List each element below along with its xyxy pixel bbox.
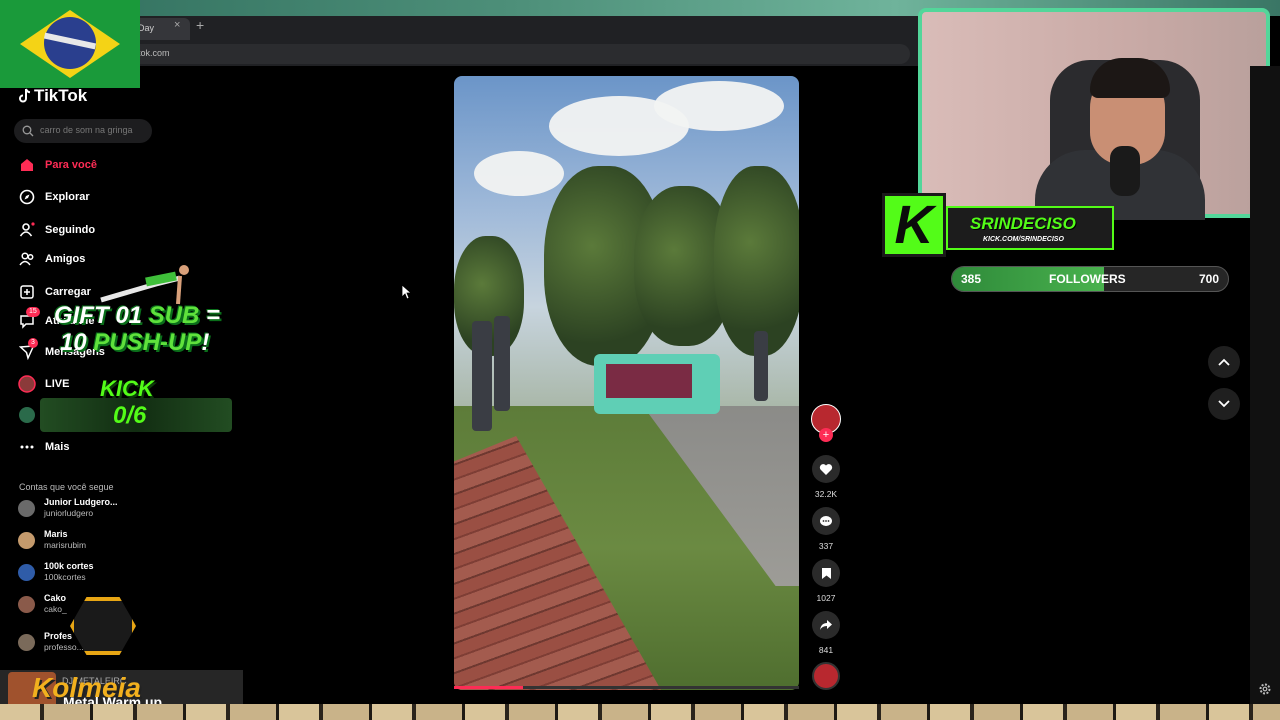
followed-account[interactable]: Junior Ludgero... juniorludgero <box>18 493 118 523</box>
comment-icon <box>812 507 840 535</box>
nav-label: Para você <box>45 159 97 171</box>
share-count: 841 <box>818 645 834 655</box>
avatar <box>18 595 35 613</box>
search-icon <box>22 125 34 137</box>
like-count: 32.2K <box>814 489 838 499</box>
nav-more[interactable]: Mais <box>18 437 69 457</box>
video-progress-bar[interactable] <box>454 686 799 689</box>
nav-following[interactable]: Seguindo <box>18 220 95 240</box>
home-icon <box>18 156 36 174</box>
brazil-flag-overlay <box>0 0 140 88</box>
video-progress-fill <box>454 686 523 689</box>
followers-goal: 700 <box>1198 272 1219 286</box>
account-name: Junior Ludgero... <box>44 497 118 507</box>
account-handle: juniorludgero <box>44 508 94 518</box>
nav-label: Explorar <box>45 191 90 203</box>
followed-account[interactable]: 100k cortes 100kcortes <box>18 557 94 587</box>
profile-icon <box>18 406 36 424</box>
comment-count: 337 <box>818 541 834 551</box>
followed-account[interactable]: Cako cako_ <box>18 589 67 619</box>
video-player[interactable] <box>454 76 799 690</box>
search-input[interactable]: carro de som na gringa <box>14 119 152 143</box>
account-handle: cako_ <box>44 604 67 614</box>
right-panel <box>1250 66 1280 706</box>
save-count: 1027 <box>816 593 836 603</box>
compass-icon <box>18 188 36 206</box>
avatar <box>18 633 35 651</box>
kick-goal-count: 0/6 <box>113 402 147 429</box>
search-placeholder: carro de som na gringa <box>40 125 133 135</box>
account-name: Cako <box>44 593 67 603</box>
new-tab-icon[interactable]: + <box>196 17 204 33</box>
pushup-figure-icon <box>100 265 189 305</box>
gift-text-part: PUSH-UP <box>93 329 202 356</box>
account-name: 100k cortes <box>44 561 94 571</box>
share-button[interactable]: 841 <box>812 611 840 655</box>
nav-label: Amigos <box>45 253 86 265</box>
nav-live[interactable]: LIVE <box>18 374 69 394</box>
following-header: Contas que você segue <box>19 482 114 492</box>
nav-label: LIVE <box>45 378 70 390</box>
account-handle: marisrubim <box>44 540 87 550</box>
avatar <box>18 531 35 549</box>
follow-plus-icon[interactable]: + <box>819 428 833 442</box>
next-video-button[interactable] <box>1208 388 1240 420</box>
heart-icon <box>812 455 840 483</box>
chevron-down-icon <box>1218 400 1230 408</box>
avatar <box>18 499 35 517</box>
address-url: tok.com <box>138 48 170 58</box>
messages-badge: 3 <box>28 338 38 348</box>
gift-text-part: SUB <box>148 302 200 329</box>
save-button[interactable]: 1027 <box>812 559 840 603</box>
bookmark-icon <box>812 559 840 587</box>
gift-text-part: 10 <box>60 329 94 356</box>
chevron-up-icon <box>1218 358 1230 366</box>
nav-for-you[interactable]: Para você <box>18 155 97 175</box>
screen: Day × + tok.com TikTok carro de som na g… <box>0 0 1280 720</box>
tiktok-logo-text[interactable]: TikTok <box>34 86 87 106</box>
followed-account[interactable]: Maris marisrubim <box>18 525 86 555</box>
followers-goal-bar: 385 FOLLOWERS 700 <box>951 266 1229 292</box>
overlay-bottom-border <box>0 704 1280 720</box>
previous-video-button[interactable] <box>1208 346 1240 378</box>
address-bar[interactable]: tok.com <box>130 44 910 64</box>
activity-badge: 15 <box>26 307 40 317</box>
gift-text-part: = <box>199 302 221 329</box>
nav-explore[interactable]: Explorar <box>18 187 90 207</box>
comment-button[interactable]: 337 <box>812 507 840 551</box>
like-button[interactable]: 32.2K <box>812 455 840 499</box>
kick-logo-icon: K <box>882 193 946 257</box>
followers-current: 385 <box>961 272 982 286</box>
kick-goal-label: KICK <box>100 376 154 401</box>
mouse-cursor-icon <box>401 284 411 300</box>
following-icon <box>18 221 36 239</box>
gift-text-part: ! <box>201 329 210 356</box>
microphone-icon <box>1110 146 1140 196</box>
followers-label: FOLLOWERS <box>1049 272 1126 286</box>
nav-label: Mais <box>45 441 70 453</box>
gear-icon[interactable] <box>1258 682 1272 696</box>
gift-text-part: GIFT 01 <box>54 302 149 329</box>
tab-close-icon[interactable]: × <box>174 19 180 31</box>
friends-icon <box>18 250 36 268</box>
tab-title: Day <box>138 23 155 33</box>
more-icon <box>18 438 36 456</box>
channel-name: SRINDECISO <box>970 214 1076 233</box>
account-name: Maris <box>44 529 68 539</box>
music-disc-icon[interactable] <box>812 662 840 690</box>
live-icon <box>18 375 36 393</box>
upload-icon <box>18 283 36 301</box>
avatar <box>18 563 35 581</box>
account-handle: 100kcortes <box>44 572 86 582</box>
tiktok-logo-icon <box>19 88 31 103</box>
channel-url: KICK.COM/SRINDECISO <box>983 236 1064 243</box>
nav-upload[interactable]: Carregar <box>18 282 91 302</box>
nav-label: Carregar <box>45 286 91 298</box>
share-icon <box>812 611 840 639</box>
nav-label: Seguindo <box>45 224 96 236</box>
gift-sub-pushup-text: GIFT 01 SUB = 10 PUSH-UP! <box>54 302 220 356</box>
nav-friends[interactable]: Amigos <box>18 249 85 269</box>
